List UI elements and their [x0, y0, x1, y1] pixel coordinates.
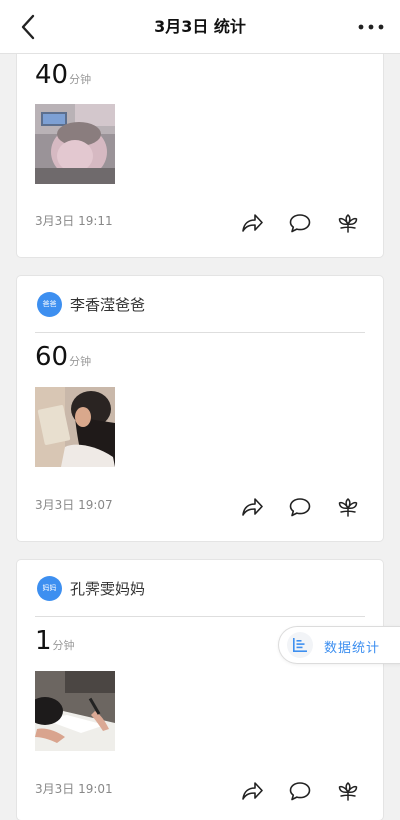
top-bar: 3月3日 统计 — [0, 0, 400, 54]
page-title: 3月3日 统计 — [154, 17, 246, 36]
share-button[interactable] — [239, 494, 265, 520]
post-actions — [239, 210, 365, 236]
user-name[interactable]: 李香滢爸爸 — [70, 294, 145, 315]
data-statistics-label: 数据统计 — [324, 641, 381, 656]
bar-list-icon — [287, 632, 313, 658]
comment-bubble-icon — [289, 498, 311, 517]
comment-bubble-icon — [289, 782, 311, 801]
avatar[interactable]: 爸爸 — [37, 292, 62, 317]
share-arrow-icon — [242, 214, 263, 232]
post-card: 妈妈 孔霁雯妈妈 1分钟 3月3日 19:01 — [17, 560, 383, 820]
like-button[interactable] — [335, 494, 361, 520]
post-card: 40分钟 3月3日 19:11 — [17, 30, 383, 257]
post-card: 爸爸 李香滢爸爸 60分钟 3月3日 19:07 — [17, 276, 383, 541]
duration: 40分钟 — [35, 60, 91, 94]
duration-unit: 分钟 — [69, 73, 92, 86]
share-arrow-icon — [242, 498, 263, 516]
data-statistics-button[interactable]: 数据统计 — [278, 626, 400, 664]
duration: 60分钟 — [35, 342, 91, 376]
comment-button[interactable] — [287, 778, 313, 804]
avatar[interactable]: 妈妈 — [37, 576, 62, 601]
post-photo[interactable] — [35, 671, 115, 751]
share-button[interactable] — [239, 210, 265, 236]
post-actions — [239, 494, 365, 520]
duration-value: 40 — [35, 60, 69, 90]
post-timestamp: 3月3日 19:01 — [35, 782, 113, 796]
user-name[interactable]: 孔霁雯妈妈 — [70, 578, 145, 599]
share-button[interactable] — [239, 778, 265, 804]
duration-unit: 分钟 — [52, 639, 75, 652]
post-timestamp: 3月3日 19:07 — [35, 498, 113, 512]
comment-bubble-icon — [289, 214, 311, 233]
back-button[interactable] — [14, 12, 42, 42]
flower-like-icon — [338, 782, 358, 801]
comment-button[interactable] — [287, 494, 313, 520]
post-photo[interactable] — [35, 104, 115, 184]
post-photo[interactable] — [35, 387, 115, 467]
more-button[interactable] — [356, 14, 386, 40]
comment-button[interactable] — [287, 210, 313, 236]
duration-value: 60 — [35, 342, 69, 372]
like-button[interactable] — [335, 210, 361, 236]
duration-unit: 分钟 — [69, 355, 92, 368]
post-header: 妈妈 孔霁雯妈妈 — [35, 560, 365, 617]
flower-like-icon — [338, 214, 358, 233]
more-horizontal-icon — [358, 24, 384, 30]
duration: 1分钟 — [35, 626, 75, 660]
flower-like-icon — [338, 498, 358, 517]
post-actions — [239, 778, 365, 804]
duration-value: 1 — [35, 626, 52, 656]
share-arrow-icon — [242, 782, 263, 800]
post-timestamp: 3月3日 19:11 — [35, 214, 113, 228]
like-button[interactable] — [335, 778, 361, 804]
chevron-left-icon — [21, 14, 35, 40]
post-header: 爸爸 李香滢爸爸 — [35, 276, 365, 333]
